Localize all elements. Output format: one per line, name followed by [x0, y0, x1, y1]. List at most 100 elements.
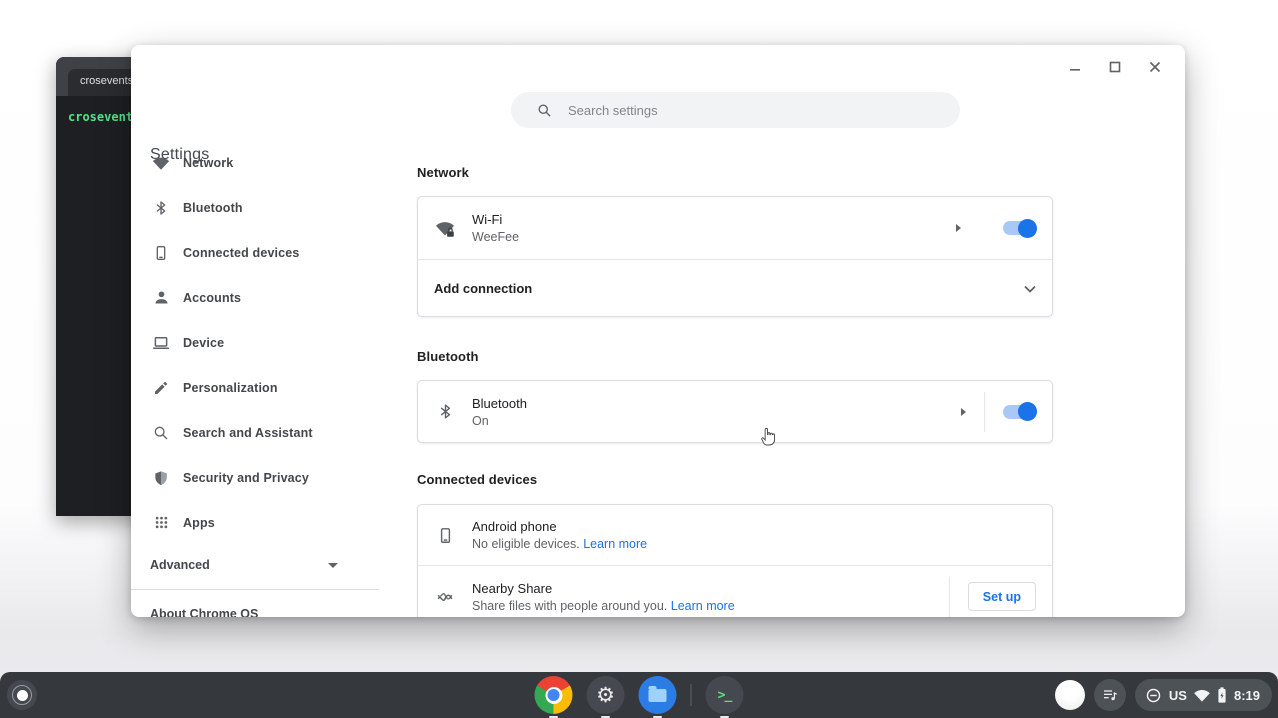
- bluetooth-row[interactable]: Bluetooth On: [418, 381, 1052, 442]
- files-app-button[interactable]: [639, 676, 677, 714]
- status-tray[interactable]: US 8:19: [1135, 679, 1272, 711]
- android-phone-title: Android phone: [472, 519, 1036, 534]
- person-icon: [151, 288, 171, 308]
- wifi-detail-arrow-icon[interactable]: [956, 224, 961, 232]
- sidebar-item-device[interactable]: Device: [131, 320, 381, 365]
- launcher-button[interactable]: [7, 680, 37, 710]
- sidebar-item-label: Security and Privacy: [183, 471, 309, 485]
- nearby-share-subtitle: Share files with people around you. Lear…: [472, 599, 949, 613]
- wifi-toggle[interactable]: [1003, 221, 1036, 235]
- settings-sidebar: Network Bluetooth Connected devices Acco…: [131, 140, 381, 585]
- sidebar-item-label: Device: [183, 336, 224, 350]
- wifi-row[interactable]: Wi-Fi WeeFee: [418, 197, 1052, 259]
- do-not-disturb-icon: [1145, 687, 1162, 704]
- bluetooth-section-heading: Bluetooth: [417, 349, 479, 364]
- user-avatar[interactable]: [1055, 680, 1085, 710]
- sidebar-item-label: Search and Assistant: [183, 426, 313, 440]
- clock-label: 8:19: [1234, 688, 1260, 703]
- sidebar-item-label: Personalization: [183, 381, 278, 395]
- sidebar-advanced-toggle[interactable]: Advanced: [131, 545, 346, 585]
- add-connection-label: Add connection: [434, 281, 1024, 296]
- expand-chevron-icon[interactable]: [1024, 285, 1036, 293]
- sidebar-item-label: Network: [183, 156, 233, 170]
- search-icon: [537, 103, 552, 118]
- add-connection-row[interactable]: Add connection: [418, 260, 1052, 317]
- sidebar-item-network[interactable]: Network: [131, 140, 381, 185]
- shelf-status-area: US 8:19: [1055, 672, 1272, 718]
- bluetooth-title: Bluetooth: [472, 396, 961, 411]
- sidebar-item-label: Connected devices: [183, 246, 299, 260]
- terminal-app-button[interactable]: >_: [706, 676, 744, 714]
- nearby-share-title: Nearby Share: [472, 581, 949, 596]
- folder-icon: [649, 689, 667, 702]
- bluetooth-toggle[interactable]: [1003, 405, 1036, 419]
- settings-app-button[interactable]: ⚙: [587, 676, 625, 714]
- learn-more-link[interactable]: Learn more: [583, 537, 647, 551]
- shelf-separator: [691, 684, 692, 706]
- wifi-icon: [151, 153, 171, 173]
- phone-icon: [151, 243, 171, 263]
- settings-window: Settings Network Bluetooth Connected dev…: [131, 45, 1185, 617]
- close-button[interactable]: [1145, 57, 1165, 77]
- vertical-divider: [949, 577, 950, 617]
- nearby-share-text: Nearby Share Share files with people aro…: [472, 581, 949, 613]
- sidebar-item-label: Bluetooth: [183, 201, 243, 215]
- launcher-icon: [12, 685, 32, 705]
- wifi-network-name: WeeFee: [472, 230, 956, 244]
- learn-more-link[interactable]: Learn more: [671, 599, 735, 613]
- sidebar-item-accounts[interactable]: Accounts: [131, 275, 381, 320]
- phone-icon: [434, 524, 456, 546]
- wifi-title: Wi-Fi: [472, 212, 956, 227]
- sidebar-item-about-chrome-os[interactable]: About Chrome OS: [150, 607, 258, 617]
- connected-devices-card: Android phone No eligible devices. Learn…: [417, 504, 1053, 617]
- search-input[interactable]: [568, 103, 946, 118]
- terminal-tab-title: crosevents: [80, 75, 133, 87]
- gear-icon: ⚙: [596, 683, 615, 708]
- network-card: Wi-Fi WeeFee Add connection: [417, 196, 1053, 317]
- maximize-button[interactable]: [1105, 57, 1125, 77]
- nearby-share-setup-button[interactable]: Set up: [968, 582, 1036, 611]
- search-settings-bar[interactable]: [511, 92, 960, 128]
- bluetooth-icon: [434, 401, 456, 423]
- bluetooth-row-text: Bluetooth On: [472, 396, 961, 428]
- nearby-share-icon: [434, 586, 456, 608]
- network-section-heading: Network: [417, 165, 469, 180]
- android-phone-subtitle: No eligible devices. Learn more: [472, 537, 1036, 551]
- wifi-row-text: Wi-Fi WeeFee: [472, 212, 956, 244]
- android-phone-text: Android phone No eligible devices. Learn…: [472, 519, 1036, 551]
- window-controls: [1065, 57, 1165, 77]
- chrome-icon: [545, 687, 562, 704]
- sidebar-item-label: Accounts: [183, 291, 241, 305]
- sidebar-divider: [131, 589, 379, 590]
- sidebar-item-connected-devices[interactable]: Connected devices: [131, 230, 381, 275]
- bluetooth-icon: [151, 198, 171, 218]
- android-phone-row[interactable]: Android phone No eligible devices. Learn…: [418, 505, 1052, 565]
- wifi-status-icon: [1194, 689, 1210, 702]
- shelf: ⚙ >_: [0, 672, 1278, 718]
- sidebar-item-search-assistant[interactable]: Search and Assistant: [131, 410, 381, 455]
- vertical-divider: [984, 392, 985, 432]
- bluetooth-detail-arrow-icon[interactable]: [961, 408, 966, 416]
- chevron-down-icon: [328, 563, 338, 568]
- apps-grid-icon: [151, 513, 171, 533]
- bluetooth-state: On: [472, 414, 961, 428]
- advanced-label: Advanced: [150, 558, 328, 572]
- wifi-lock-icon: [434, 217, 456, 239]
- connected-devices-section-heading: Connected devices: [417, 472, 537, 487]
- playlist-music-icon: [1102, 687, 1118, 703]
- sidebar-item-label: Apps: [183, 516, 215, 530]
- sidebar-item-security-privacy[interactable]: Security and Privacy: [131, 455, 381, 500]
- media-controls-button[interactable]: [1094, 679, 1126, 711]
- sidebar-item-bluetooth[interactable]: Bluetooth: [131, 185, 381, 230]
- minimize-button[interactable]: [1065, 57, 1085, 77]
- laptop-icon: [151, 333, 171, 353]
- shield-icon: [151, 468, 171, 488]
- android-phone-status: No eligible devices.: [472, 537, 580, 551]
- settings-main-content: Network Wi-Fi WeeFee Add connection: [417, 45, 1053, 617]
- terminal-prompt-icon: >_: [718, 688, 732, 703]
- pen-icon: [151, 378, 171, 398]
- sidebar-item-personalization[interactable]: Personalization: [131, 365, 381, 410]
- sidebar-item-apps[interactable]: Apps: [131, 500, 381, 545]
- nearby-share-row[interactable]: Nearby Share Share files with people aro…: [418, 566, 1052, 617]
- chrome-app-button[interactable]: [535, 676, 573, 714]
